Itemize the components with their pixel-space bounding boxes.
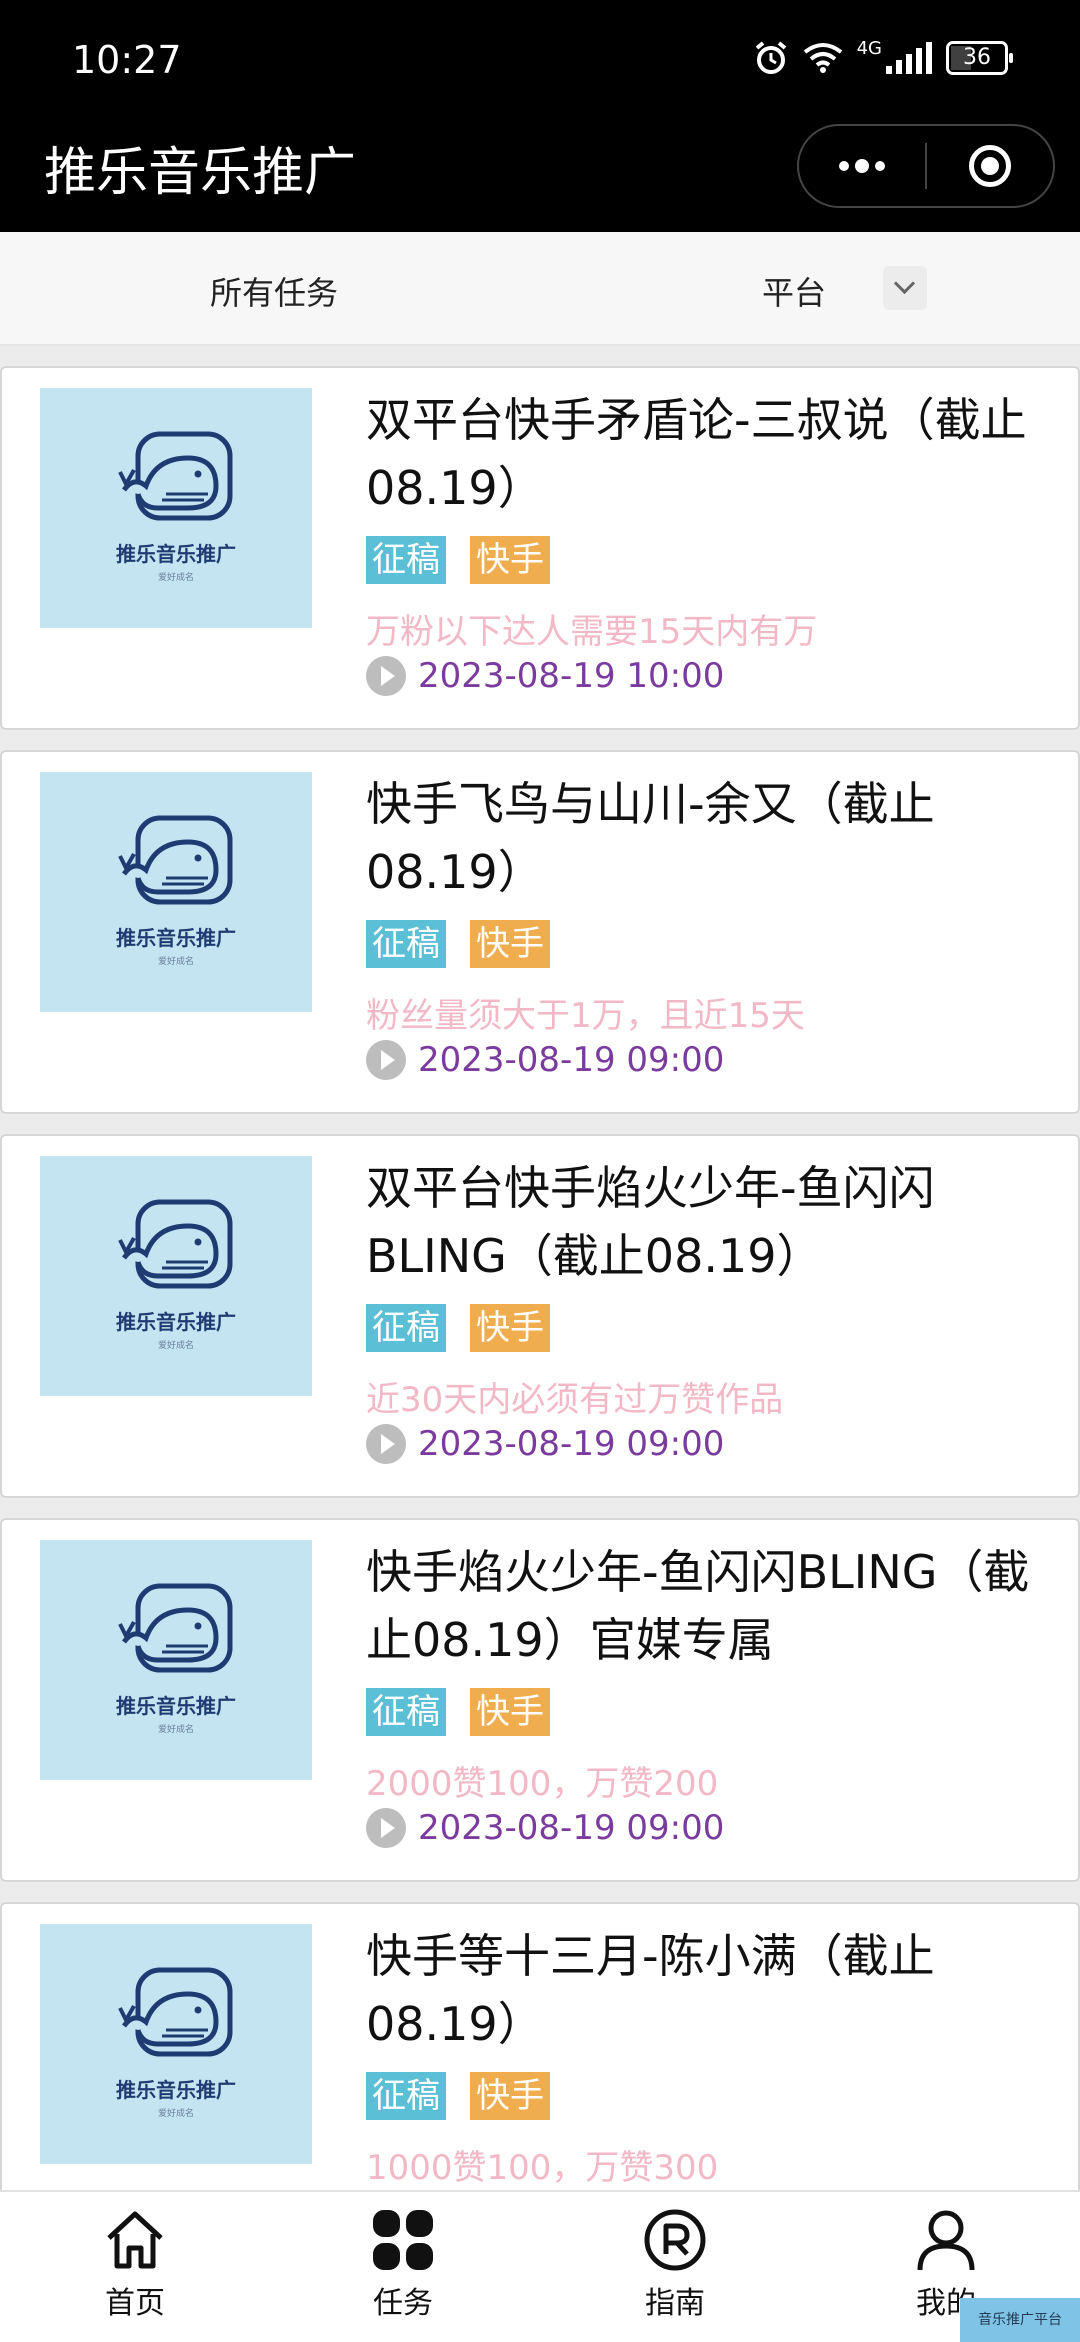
chevron-down-icon[interactable] <box>883 266 927 310</box>
tag-platform: 快手 <box>470 536 550 584</box>
task-tags: 征稿 快手 <box>366 1304 550 1352</box>
thumbnail-brand: 推乐音乐推广 <box>116 2078 236 2102</box>
task-deadline: 2023-08-19 09:00 <box>366 1040 724 1080</box>
more-button[interactable] <box>799 126 925 206</box>
task-card[interactable]: 推乐音乐推广 爱好成名 双平台快手矛盾论-三叔说（截止08.19） 征稿 快手 万粉以下达… <box>0 366 1080 730</box>
top-bar: 10:27 4G 36 推乐音乐推广 <box>0 0 1080 232</box>
whale-logo-icon <box>118 1583 233 1673</box>
tab-guide[interactable]: 指南 <box>595 2208 755 2322</box>
task-title: 快手焰火少年-鱼闪闪BLING（截止08.19）官媒专属 <box>366 1545 1030 1667</box>
watermark: 音乐推广平台 <box>960 2298 1080 2342</box>
task-deadline: 2023-08-19 10:00 <box>366 656 724 696</box>
more-dots-icon <box>839 159 885 173</box>
play-icon <box>366 1808 406 1848</box>
miniapp-capsule <box>797 124 1055 208</box>
thumbnail-sub: 爱好成名 <box>157 957 194 967</box>
tab-tasks[interactable]: 任务 <box>323 2208 483 2322</box>
task-requirement: 2000赞100，万赞200 <box>366 1764 719 1804</box>
task-card[interactable]: 推乐音乐推广 爱好成名 双平台快手焰火少年-鱼闪闪BLING（截止08.19） 征稿快… <box>0 1134 1080 1498</box>
task-requirement: 近30天内必须有过万赞作品 <box>366 1380 784 1420</box>
whale-logo-icon <box>118 1967 233 2057</box>
task-thumbnail: 推乐音乐推广爱好成名 <box>40 1156 312 1396</box>
registered-icon <box>644 2209 706 2271</box>
page-title: 推乐音乐推广 <box>44 143 357 203</box>
tag-submission: 征稿 <box>366 1304 446 1352</box>
close-miniapp-button[interactable] <box>927 126 1053 206</box>
tag-submission: 征稿 <box>366 2072 446 2120</box>
task-title: 快手等十三月-陈小满（截止08.19） <box>366 1929 935 2051</box>
tab-tasks-label: 任务 <box>373 2286 433 2321</box>
network-type: 4G <box>856 37 882 59</box>
task-title: 双平台快手矛盾论-三叔说（截止08.19） <box>366 393 1027 515</box>
task-date: 2023-08-19 09:00 <box>418 1808 725 1848</box>
play-icon <box>366 1040 406 1080</box>
tag-platform: 快手 <box>470 920 550 968</box>
filter-all-tasks[interactable]: 所有任务 <box>210 268 338 314</box>
status-time: 10:27 <box>72 38 182 82</box>
task-card[interactable]: 推乐音乐推广 爱好成名 快手焰火少年-鱼闪闪BLING（截止08.19）官媒专属 征稿… <box>0 1518 1080 1882</box>
task-date: 2023-08-19 10:00 <box>418 656 725 696</box>
tag-platform: 快手 <box>470 1304 550 1352</box>
task-tags: 征稿 快手 <box>366 536 550 584</box>
tag-platform: 快手 <box>470 1688 550 1736</box>
tag-platform: 快手 <box>470 2072 550 2120</box>
tab-home-label: 首页 <box>105 2286 165 2321</box>
task-date: 2023-08-19 09:00 <box>418 1424 725 1464</box>
task-thumbnail: 推乐音乐推广爱好成名 <box>40 1924 312 2164</box>
home-icon <box>107 2211 163 2269</box>
thumbnail-brand: 推乐音乐推广 <box>116 1310 236 1334</box>
thumbnail-sub: 爱好成名 <box>157 1341 194 1351</box>
signal-icon <box>886 42 932 74</box>
task-tags: 征稿 快手 <box>366 2072 550 2120</box>
alarm-icon <box>755 41 786 74</box>
task-tags: 征稿 快手 <box>366 1688 550 1736</box>
thumbnail-sub: 爱好成名 <box>157 573 194 583</box>
task-title: 双平台快手焰火少年-鱼闪闪BLING（截止08.19） <box>366 1161 935 1283</box>
thumbnail-sub: 爱好成名 <box>157 1725 194 1735</box>
task-thumbnail: 推乐音乐推广爱好成名 <box>40 388 312 628</box>
whale-logo-icon <box>118 431 233 521</box>
task-thumbnail: 推乐音乐推广爱好成名 <box>40 1540 312 1780</box>
task-requirement: 1000赞100，万赞300 <box>366 2148 719 2188</box>
target-icon <box>969 145 1011 187</box>
tab-guide-label: 指南 <box>645 2286 705 2321</box>
tag-submission: 征稿 <box>366 920 446 968</box>
task-tags: 征稿 快手 <box>366 920 550 968</box>
thumbnail-brand: 推乐音乐推广 <box>116 542 236 566</box>
task-requirement: 万粉以下达人需要15天内有万 <box>366 612 818 652</box>
play-icon <box>366 1424 406 1464</box>
thumbnail-brand: 推乐音乐推广 <box>116 1694 236 1718</box>
task-deadline: 2023-08-19 09:00 <box>366 1808 724 1848</box>
task-title: 快手飞鸟与山川-余又（截止08.19） <box>366 777 935 899</box>
grid-icon <box>373 2210 433 2270</box>
task-card[interactable]: 推乐音乐推广 爱好成名 快手飞鸟与山川-余又（截止08.19） 征稿 快手 粉丝量须大于1… <box>0 750 1080 1114</box>
status-icons: 4G 36 <box>753 37 1013 76</box>
whale-logo-icon <box>118 815 233 905</box>
tab-bar: 首页 任务 指南 我的 音乐推广平台 <box>0 2190 1080 2342</box>
whale-logo-icon <box>118 1199 233 1289</box>
task-requirement: 粉丝量须大于1万，且近15天 <box>366 996 805 1036</box>
thumbnail-brand: 推乐音乐推广 <box>116 926 236 950</box>
tag-submission: 征稿 <box>366 536 446 584</box>
wifi-icon <box>803 43 842 73</box>
task-date: 2023-08-19 09:00 <box>418 1040 725 1080</box>
user-icon <box>917 2210 975 2271</box>
tag-submission: 征稿 <box>366 1688 446 1736</box>
filter-platform[interactable]: 平台 <box>762 268 826 314</box>
battery-icon: 36 <box>946 41 1013 75</box>
thumbnail-sub: 爱好成名 <box>157 2109 194 2119</box>
filter-bar: 所有任务 平台 <box>0 232 1080 346</box>
task-thumbnail: 推乐音乐推广爱好成名 <box>40 772 312 1012</box>
task-deadline: 2023-08-19 09:00 <box>366 1424 724 1464</box>
tab-home[interactable]: 首页 <box>55 2208 215 2322</box>
play-icon <box>366 656 406 696</box>
